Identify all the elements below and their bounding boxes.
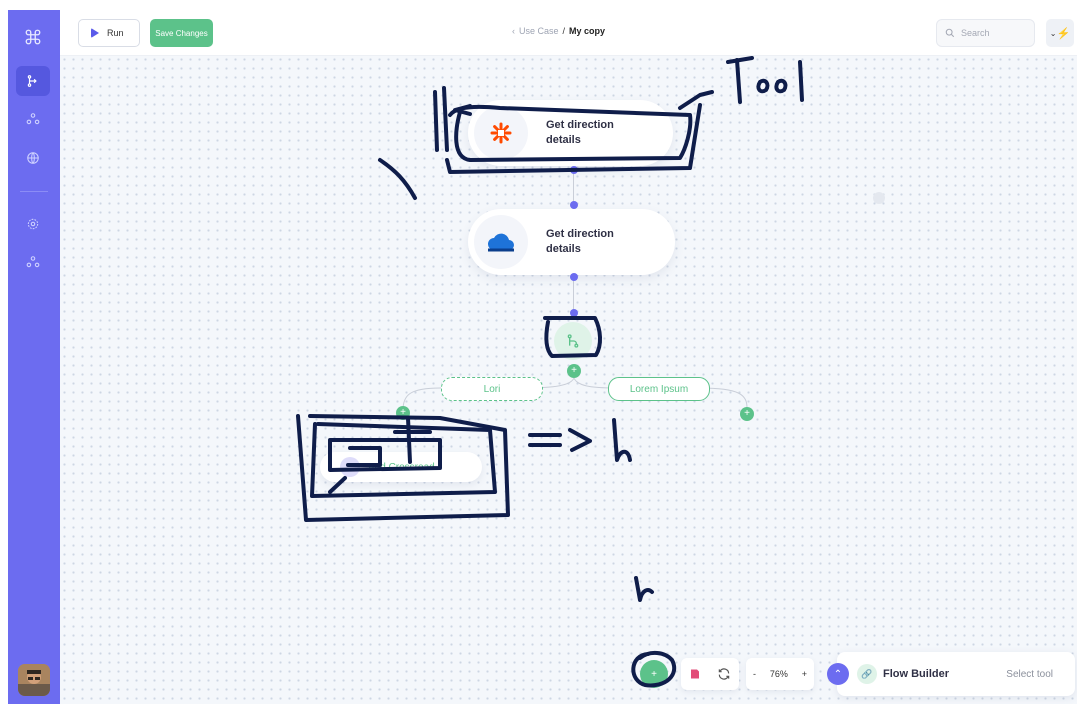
- add-crossroad-button[interactable]: Add Crossroad: [320, 452, 482, 482]
- zoom-out-button[interactable]: -: [753, 669, 756, 679]
- add-circle-icon: [340, 457, 360, 477]
- note-icon[interactable]: [689, 668, 701, 680]
- add-branch-step-right[interactable]: +: [740, 407, 754, 421]
- chevron-up-icon[interactable]: ⌃: [827, 663, 849, 685]
- link-icon: 🔗: [857, 664, 877, 684]
- add-node-fab[interactable]: +: [640, 660, 668, 688]
- branch-label-right[interactable]: Lorem Ipsum: [608, 377, 710, 401]
- add-branch-step-left[interactable]: +: [396, 406, 410, 420]
- canvas-handle: [873, 192, 885, 204]
- select-tool-button[interactable]: Select tool: [1006, 669, 1053, 680]
- branch-label-left[interactable]: Lori: [441, 377, 543, 401]
- panel-title: Flow Builder: [883, 668, 949, 680]
- branch-connectors: [402, 377, 748, 411]
- refresh-icon[interactable]: [717, 667, 731, 681]
- add-crossroad-label: Add Crossroad: [368, 461, 435, 473]
- tool-group: [681, 658, 739, 690]
- zoom-level: 76%: [769, 669, 788, 679]
- zoom-control: - 76% +: [746, 658, 814, 690]
- zoom-in-button[interactable]: +: [802, 669, 807, 679]
- flow-builder-panel: 🔗 Flow Builder Select tool: [837, 652, 1075, 696]
